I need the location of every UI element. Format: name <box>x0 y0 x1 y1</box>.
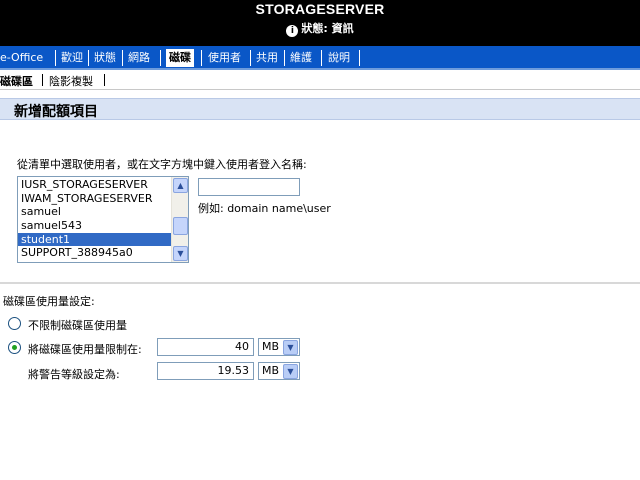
no-limit-radio[interactable] <box>8 317 21 330</box>
limit-label[interactable]: 將磁碟區使用量限制在: <box>28 341 142 357</box>
example-text: 例如: domain name\user <box>198 202 331 215</box>
nav-separator <box>160 50 161 66</box>
nav-separator <box>321 50 322 66</box>
nav-item-disks[interactable]: 磁碟 <box>166 49 194 67</box>
nav-item-help[interactable]: 說明 <box>328 49 350 67</box>
nav-item-network[interactable]: 網路 <box>128 49 150 67</box>
status-label: 狀態: 資訊 <box>301 22 354 35</box>
list-item[interactable]: IWAM_STORAGESERVER <box>18 192 171 206</box>
subnav-item-volumes[interactable]: 磁碟區 <box>0 73 33 89</box>
nav-separator <box>201 50 202 66</box>
chevron-down-icon[interactable]: ▼ <box>283 364 298 379</box>
scroll-down-icon[interactable]: ▼ <box>173 246 188 261</box>
nav-item-maintenance[interactable]: 維護 <box>290 49 312 67</box>
scroll-up-icon[interactable]: ▲ <box>173 178 188 193</box>
list-item[interactable]: samuel543 <box>18 219 171 233</box>
warning-value-input[interactable]: 19.53 <box>157 362 254 380</box>
list-scrollbar[interactable]: ▲ ▼ <box>171 177 188 262</box>
quota-section-label: 磁碟區使用量設定: <box>3 295 95 308</box>
limit-value-input[interactable]: 40 <box>157 338 254 356</box>
server-name: STORAGESERVER <box>255 1 385 17</box>
chevron-down-icon[interactable]: ▼ <box>283 340 298 355</box>
nav-separator <box>55 50 56 66</box>
section-divider <box>0 282 640 284</box>
info-icon: i <box>286 25 299 37</box>
list-item[interactable]: samuel <box>18 205 171 219</box>
status-line[interactable]: i 狀態: 資訊 <box>0 20 640 37</box>
no-limit-label[interactable]: 不限制磁碟區使用量 <box>28 317 127 333</box>
list-item-selected[interactable]: student1 <box>18 232 171 247</box>
nav-item-shares[interactable]: 共用 <box>256 49 278 67</box>
nav-separator <box>359 50 360 66</box>
main-nav: e-Office 歡迎 狀態 網路 磁碟 使用者 共用 維護 說明 <box>0 46 640 70</box>
nav-item-status[interactable]: 狀態 <box>94 49 116 67</box>
radio-selected-dot <box>12 345 17 350</box>
user-list: IUSR_STORAGESERVER IWAM_STORAGESERVER sa… <box>18 178 171 260</box>
subnav-item-shadow-copies[interactable]: 陰影複製 <box>49 73 93 89</box>
page-title: 新增配額項目 <box>14 104 98 120</box>
sub-nav: 磁碟區 陰影複製 <box>0 70 640 90</box>
header: STORAGESERVER i 狀態: 資訊 <box>0 0 640 46</box>
nav-separator <box>88 50 89 66</box>
user-listbox[interactable]: IUSR_STORAGESERVER IWAM_STORAGESERVER sa… <box>17 176 189 263</box>
username-input[interactable] <box>198 178 300 196</box>
instruction-text: 從清單中選取使用者，或在文字方塊中鍵入使用者登入名稱: <box>17 158 307 171</box>
nav-separator <box>250 50 251 66</box>
warning-unit-value: MB <box>262 364 280 377</box>
limit-unit-select[interactable]: MB ▼ <box>258 338 300 356</box>
scroll-thumb[interactable] <box>173 217 188 235</box>
nav-separator <box>122 50 123 66</box>
nav-item-welcome[interactable]: 歡迎 <box>61 49 83 67</box>
limit-radio[interactable] <box>8 341 21 354</box>
list-item[interactable]: SUPPORT_388945a0 <box>18 246 171 260</box>
page-title-bar: 新增配額項目 <box>0 98 640 120</box>
list-item[interactable]: IUSR_STORAGESERVER <box>18 178 171 192</box>
limit-unit-value: MB <box>262 340 280 353</box>
subnav-separator <box>42 74 43 86</box>
subnav-separator <box>104 74 105 86</box>
nav-item-e-office[interactable]: e-Office <box>0 49 43 67</box>
warning-unit-select[interactable]: MB ▼ <box>258 362 300 380</box>
nav-separator <box>284 50 285 66</box>
warning-label: 將警告等級設定為: <box>28 368 120 381</box>
nav-item-users[interactable]: 使用者 <box>208 49 241 67</box>
